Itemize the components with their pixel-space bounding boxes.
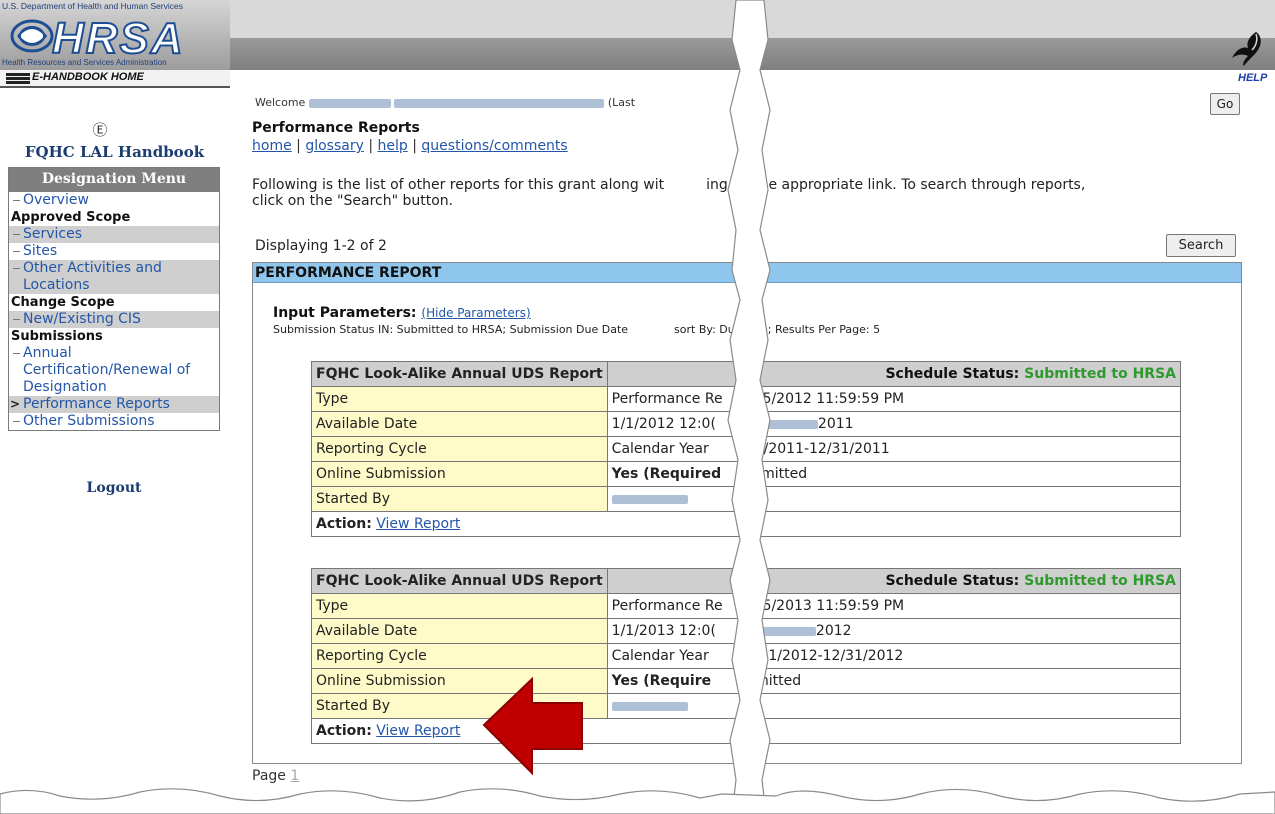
handbook-title: FQHC LAL Handbook xyxy=(24,143,205,161)
hrsa-swirl-icon xyxy=(10,19,54,53)
hrsa-logo[interactable]: U.S. Department of Health and Human Serv… xyxy=(0,0,230,70)
torn-paper-bottom xyxy=(0,788,1275,814)
section-approved-scope: Approved Scope xyxy=(11,210,131,225)
menu-item-overview[interactable]: Overview xyxy=(9,192,219,209)
section-change-scope: Change Scope xyxy=(11,295,115,310)
report-title: FQHC Look-Alike Annual UDS Report xyxy=(311,568,608,594)
welcome-prefix: Welcome xyxy=(255,96,306,109)
schedule-status: Schedule Status: Submitted to HRSA xyxy=(606,361,1182,387)
status-label: Schedule Status: xyxy=(885,366,1020,382)
hide-parameters-link[interactable]: (Hide Parameters) xyxy=(421,306,530,320)
redacted-user-name xyxy=(611,494,688,504)
menu-item-annual-certification[interactable]: Annual Certification/Renewal of Designat… xyxy=(9,345,219,396)
go-button[interactable]: Go xyxy=(1210,93,1240,115)
row-value-online-submission: Yes (Required mitted xyxy=(606,461,1182,487)
value-part-b: 5/2012 11:59:59 PM xyxy=(762,391,905,407)
action-label: Action: xyxy=(316,516,372,532)
value-part-a: Yes (Require xyxy=(611,673,712,689)
menu-item-sites[interactable]: Sites xyxy=(9,243,219,260)
redacted-user-name xyxy=(308,98,391,108)
value-part-a: Performance Re xyxy=(611,598,723,614)
menu-item-new-existing-cis[interactable]: New/Existing CIS xyxy=(9,311,219,328)
report-title: FQHC Look-Alike Annual UDS Report xyxy=(311,361,608,387)
status-value: Submitted to HRSA xyxy=(1024,366,1176,382)
value-part-b: /01/2012-12/31/2012 xyxy=(754,648,904,664)
menu-item-services[interactable]: Services xyxy=(9,226,219,243)
value-part-b: 2011 xyxy=(817,416,854,432)
site-header: U.S. Department of Health and Human Serv… xyxy=(0,0,1275,88)
current-item-arrow-icon: > xyxy=(10,397,21,411)
red-arrow-pointer-icon xyxy=(482,677,583,775)
value-part-a: Performance Re xyxy=(611,391,723,407)
menu-item-label: Performance Reports xyxy=(23,396,170,412)
logo-text: HRSA xyxy=(51,13,185,64)
intro-line2: click on the "Search" button. xyxy=(252,193,454,209)
home-link[interactable]: home xyxy=(252,138,292,154)
redacted-user-name xyxy=(611,701,688,711)
intro-line1-part-a: Following is the list of other reports f… xyxy=(252,177,665,193)
row-value-type: Performance Re 5/2012 11:59:59 PM xyxy=(606,386,1182,412)
value-part-b: 2012 xyxy=(815,623,852,639)
agency-full-name: Health Resources and Services Administra… xyxy=(2,58,167,67)
ehb-bars-icon xyxy=(6,73,30,85)
value-part-a: Yes (Required xyxy=(611,466,722,482)
row-label-started-by: Started By xyxy=(311,486,608,512)
hhs-eagle-icon xyxy=(1232,32,1261,66)
ehb-home-link[interactable]: E-HANDBOOK HOME xyxy=(32,71,144,83)
schedule-status: Schedule Status: Submitted to HRSA xyxy=(606,568,1182,594)
row-value-started-by xyxy=(606,693,1182,719)
row-label-reporting-cycle: Reporting Cycle xyxy=(311,643,608,669)
row-value-available-date: 1/1/2012 12:0( 2011 xyxy=(606,411,1182,437)
questions-comments-link[interactable]: questions/comments xyxy=(421,138,567,154)
input-parameters: Input Parameters: (Hide Parameters) xyxy=(273,305,531,321)
results-count: Displaying 1-2 of 2 xyxy=(255,238,387,254)
welcome-bar: Welcome (Last xyxy=(255,96,635,109)
row-label-online-submission: Online Submission xyxy=(311,461,608,487)
search-button[interactable]: Search xyxy=(1166,234,1236,257)
menu-title: Designation Menu xyxy=(9,168,219,192)
params-detail-b: sort By: DueDate; Results Per Page: 5 xyxy=(674,323,881,336)
row-label-type: Type xyxy=(311,593,608,619)
view-report-link[interactable]: View Report xyxy=(376,516,460,532)
value-part-a: 1/1/2013 12:0( xyxy=(611,623,716,639)
collapse-sidebar-icon[interactable]: Ⓔ xyxy=(92,122,108,138)
ehb-home-bar: E-HANDBOOK HOME xyxy=(0,70,230,88)
row-label-available-date: Available Date xyxy=(311,618,608,644)
row-value-type: Performance Re 5/2013 11:59:59 PM xyxy=(606,593,1182,619)
menu-item-other-submissions[interactable]: Other Submissions xyxy=(9,413,219,430)
row-value-reporting-cycle: Calendar Year 1/2011-12/31/2011 xyxy=(606,436,1182,462)
page-nav-links: home | glossary | help | questions/comme… xyxy=(252,138,568,154)
menu-item-performance-reports[interactable]: > Performance Reports xyxy=(9,396,219,413)
row-value-online-submission: Yes (Require mitted xyxy=(606,668,1182,694)
value-part-b: 5/2013 11:59:59 PM xyxy=(762,598,905,614)
torn-paper-gap xyxy=(727,0,771,814)
params-detail-a: Submission Status IN: Submitted to HRSA;… xyxy=(273,323,629,336)
value-part-a: 1/1/2012 12:0( xyxy=(611,416,716,432)
view-report-link[interactable]: View Report xyxy=(376,723,460,739)
row-value-started-by xyxy=(606,486,1182,512)
parameters-detail: Submission Status IN: Submitted to HRSA;… xyxy=(273,323,880,336)
row-label-reporting-cycle: Reporting Cycle xyxy=(311,436,608,462)
action-label: Action: xyxy=(316,723,372,739)
status-value: Submitted to HRSA xyxy=(1024,573,1176,589)
designation-menu: Designation Menu Overview Approved Scope… xyxy=(8,167,220,431)
welcome-suffix: (Last xyxy=(607,96,636,109)
help-link[interactable]: HELP xyxy=(1238,72,1267,84)
section-submissions: Submissions xyxy=(11,329,103,344)
value-part-a: Calendar Year xyxy=(611,648,709,664)
row-value-reporting-cycle: Calendar Year/01/2012-12/31/2012 xyxy=(606,643,1182,669)
redacted-environment xyxy=(394,98,605,108)
page-title: Performance Reports xyxy=(252,120,420,136)
logo-mark: HRSA xyxy=(10,10,220,64)
row-label-type: Type xyxy=(311,386,608,412)
logout-link[interactable]: Logout xyxy=(0,480,228,496)
input-parameters-label: Input Parameters: xyxy=(273,305,417,321)
help-page-link[interactable]: help xyxy=(378,138,408,154)
status-label: Schedule Status: xyxy=(885,573,1020,589)
menu-item-other-activities[interactable]: Other Activities and Locations xyxy=(9,260,219,294)
glossary-link[interactable]: glossary xyxy=(305,138,364,154)
row-label-available-date: Available Date xyxy=(311,411,608,437)
row-value-available-date: 1/1/2013 12:0( 2012 xyxy=(606,618,1182,644)
value-part-a: Calendar Year xyxy=(611,441,709,457)
